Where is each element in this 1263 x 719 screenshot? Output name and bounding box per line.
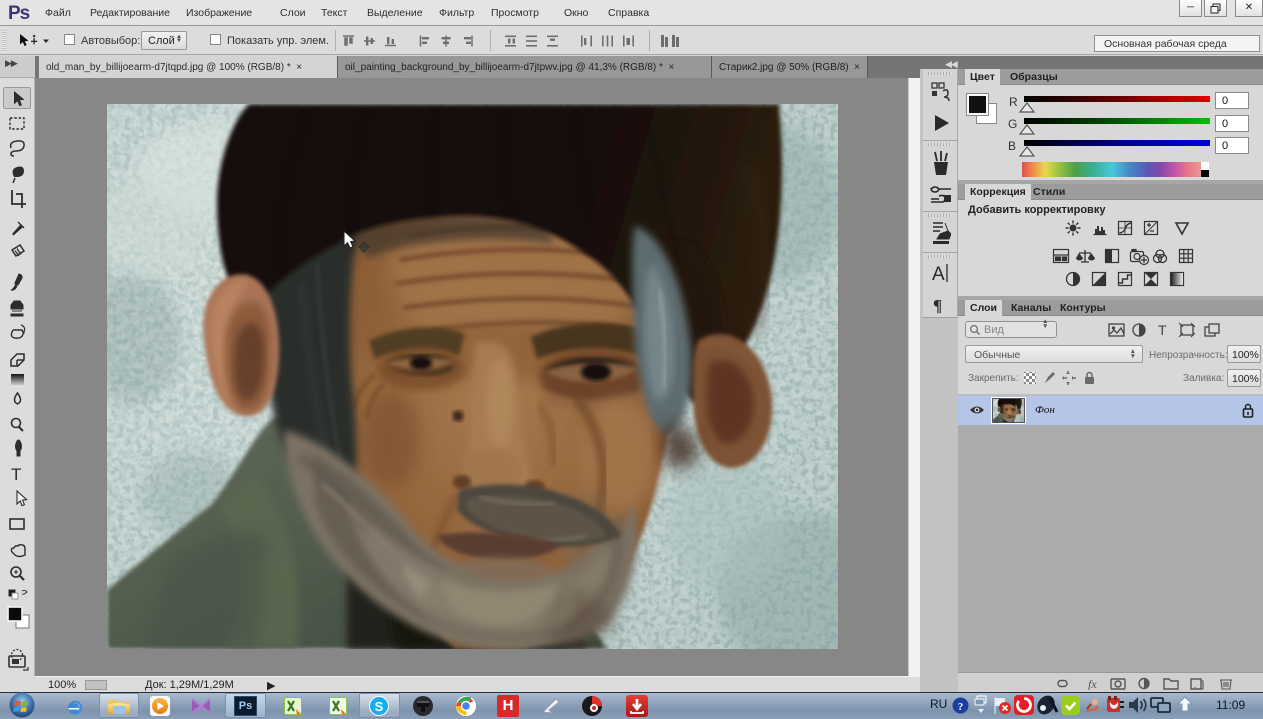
svg-text:¶: ¶: [933, 296, 942, 315]
svg-text:T: T: [1158, 322, 1167, 338]
svg-text:?: ?: [958, 701, 964, 713]
svg-text:S: S: [375, 699, 384, 714]
svg-text:T: T: [11, 465, 21, 484]
svg-text:A: A: [932, 264, 945, 285]
svg-text:fx: fx: [1088, 677, 1097, 690]
